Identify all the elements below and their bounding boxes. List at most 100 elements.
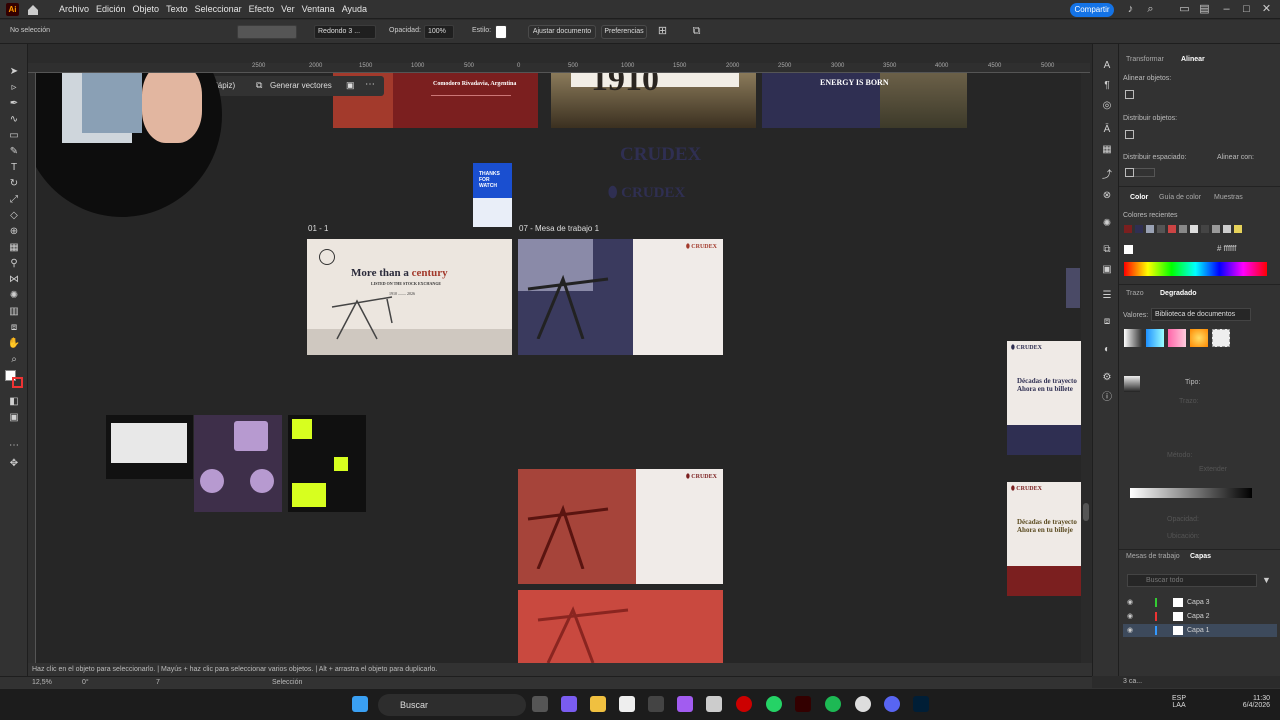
menu-efecto[interactable]: Efecto bbox=[249, 0, 280, 19]
minimize-icon[interactable]: – bbox=[1220, 3, 1233, 16]
thumb-neon[interactable] bbox=[288, 415, 366, 512]
document-setup-button[interactable]: Ajustar documento bbox=[528, 25, 596, 39]
blend-tool-icon[interactable]: ⋈ bbox=[7, 274, 21, 286]
paragraph-icon[interactable]: ¶ bbox=[1100, 80, 1114, 92]
task-view-icon[interactable] bbox=[532, 696, 548, 712]
figma-icon[interactable] bbox=[677, 696, 693, 712]
search-icon[interactable]: ⌕ bbox=[1144, 3, 1157, 16]
glyph-icon[interactable]: ◎ bbox=[1100, 100, 1114, 112]
whatsapp-icon[interactable] bbox=[766, 696, 782, 712]
thumb-black[interactable] bbox=[106, 415, 193, 479]
settings-icon[interactable]: ⚙ bbox=[1100, 372, 1114, 384]
draw-mode-icon[interactable]: ◧ bbox=[7, 396, 21, 408]
gradient-slider[interactable] bbox=[1130, 488, 1252, 498]
stroke-swatch[interactable] bbox=[237, 25, 297, 39]
menu-objeto[interactable]: Objeto bbox=[133, 0, 165, 19]
eye-icon[interactable]: ◉ bbox=[1127, 599, 1133, 606]
thumb-purple[interactable] bbox=[194, 415, 282, 512]
eye-icon[interactable]: ◉ bbox=[1123, 627, 1133, 634]
selection-tool-icon[interactable]: ➤ bbox=[7, 66, 21, 78]
eye-icon[interactable]: ◉ bbox=[1127, 613, 1133, 620]
swatch[interactable] bbox=[1223, 225, 1231, 233]
tab-artboards[interactable]: Mesas de trabajo bbox=[1126, 553, 1180, 560]
tab-color-guide[interactable]: Guía de color bbox=[1159, 194, 1201, 201]
hex-input[interactable]: # ffffff bbox=[1217, 244, 1236, 253]
swatch[interactable] bbox=[1135, 225, 1143, 233]
swatch[interactable] bbox=[1124, 225, 1132, 233]
file-explorer-icon[interactable] bbox=[590, 696, 606, 712]
windows-start-icon[interactable] bbox=[352, 696, 368, 712]
gradient-preset[interactable] bbox=[1168, 329, 1186, 347]
workspace-icon[interactable]: ▭ bbox=[1178, 3, 1191, 16]
taskbar-search[interactable]: Buscar bbox=[378, 694, 526, 716]
maximize-icon[interactable]: □ bbox=[1240, 3, 1253, 16]
artboard-mesa-1[interactable]: ⬮ CRUDEX bbox=[518, 239, 723, 355]
artboard-tool-icon[interactable]: ⧈ bbox=[7, 322, 21, 334]
layers-icon[interactable]: ⧈ bbox=[1100, 316, 1114, 328]
copilot-icon[interactable] bbox=[561, 696, 577, 712]
gradient-preset[interactable] bbox=[1146, 329, 1164, 347]
swatch[interactable] bbox=[1157, 225, 1165, 233]
swatch[interactable] bbox=[1212, 225, 1220, 233]
shape-builder-icon[interactable]: ⊕ bbox=[7, 226, 21, 238]
zoom-value[interactable]: 12,5% bbox=[32, 679, 52, 686]
layer-row-selected[interactable]: ◉ Capa 1 bbox=[1123, 624, 1277, 637]
artboard-decadas-2[interactable]: ⬮ CRUDEX Décadas de trayecto Ahora en tu… bbox=[1007, 482, 1081, 596]
zoom-tool-icon[interactable]: ⌕ bbox=[7, 354, 21, 366]
brush-select[interactable]: Redondo 3 ... bbox=[314, 25, 376, 39]
app-icon[interactable] bbox=[706, 696, 722, 712]
tab-layers[interactable]: Capas bbox=[1190, 553, 1211, 560]
photoshop-icon[interactable] bbox=[913, 696, 929, 712]
style-swatch[interactable] bbox=[495, 25, 507, 39]
artboard-red-pump[interactable]: ⬮ CRUDEX bbox=[518, 469, 723, 584]
appearance-icon[interactable]: ◐ bbox=[1100, 344, 1114, 356]
tab-trazo[interactable]: Trazo bbox=[1126, 290, 1144, 297]
scale-tool-icon[interactable]: ⤢ bbox=[7, 194, 21, 206]
calendar-icon[interactable] bbox=[648, 696, 664, 712]
stroke-swatch-tool[interactable] bbox=[12, 377, 23, 388]
tab-color[interactable]: Color bbox=[1130, 194, 1148, 201]
brushes-icon[interactable]: ✺ bbox=[1100, 218, 1114, 230]
swatch[interactable] bbox=[1168, 225, 1176, 233]
artboard-label-01[interactable]: 01 - 1 bbox=[308, 224, 328, 233]
layer-row[interactable]: ◉ Capa 2 bbox=[1127, 610, 1277, 623]
chrome-icon[interactable] bbox=[855, 696, 871, 712]
align-key-icon[interactable] bbox=[1125, 168, 1134, 177]
filter-icon[interactable]: ▼ bbox=[1262, 575, 1271, 585]
more-tools-icon[interactable]: ⋯ bbox=[7, 440, 21, 452]
swatches-icon[interactable]: ▦ bbox=[1100, 144, 1114, 156]
direct-selection-tool-icon[interactable]: ▹ bbox=[7, 82, 21, 94]
close-icon[interactable]: ✕ bbox=[1260, 3, 1273, 16]
hand-tool-icon[interactable]: ✋ bbox=[7, 338, 21, 350]
artboard-red-full[interactable] bbox=[518, 590, 723, 663]
artboard-number[interactable]: 7 bbox=[156, 679, 160, 686]
tab-alinear[interactable]: Alinear bbox=[1181, 56, 1205, 63]
rotate-tool-icon[interactable]: ↻ bbox=[7, 178, 21, 190]
menu-edicion[interactable]: Edición bbox=[96, 0, 131, 19]
opera-icon[interactable] bbox=[736, 696, 752, 712]
curvature-tool-icon[interactable]: ∿ bbox=[7, 114, 21, 126]
image-icon[interactable]: ▣ bbox=[346, 80, 355, 91]
artboard-thanks[interactable]: THANKS FOR WATCH bbox=[473, 163, 512, 227]
graph-tool-icon[interactable]: ▥ bbox=[7, 306, 21, 318]
gradient-tool-icon[interactable]: ▦ bbox=[7, 242, 21, 254]
spotify-icon[interactable] bbox=[825, 696, 841, 712]
properties-icon[interactable]: A bbox=[1100, 60, 1114, 72]
dist-right-icon[interactable] bbox=[1125, 130, 1134, 139]
menu-ventana[interactable]: Ventana bbox=[302, 0, 340, 19]
crudex-logo-large[interactable]: CRUDEX bbox=[620, 144, 701, 166]
layer-row[interactable]: ◉ Capa 3 bbox=[1127, 596, 1277, 609]
tab-swatches[interactable]: Muestras bbox=[1214, 194, 1243, 201]
links-icon[interactable]: ⊗ bbox=[1100, 190, 1114, 202]
symbol-tool-icon[interactable]: ✺ bbox=[7, 290, 21, 302]
rectangle-tool-icon[interactable]: ▭ bbox=[7, 130, 21, 142]
info-icon[interactable]: ⓘ bbox=[1100, 392, 1114, 404]
fill-color-chip[interactable] bbox=[1124, 245, 1133, 254]
export-icon[interactable]: ⧉ bbox=[690, 25, 703, 38]
tab-transformar[interactable]: Transformar bbox=[1126, 56, 1164, 63]
menu-texto[interactable]: Texto bbox=[166, 0, 193, 19]
screen-mode-icon[interactable]: ▣ bbox=[7, 412, 21, 424]
character-styles-icon[interactable]: Ā bbox=[1100, 124, 1114, 136]
artboard-energy[interactable]: ENERGY IS BORN bbox=[762, 73, 967, 128]
rotation-value[interactable]: 0° bbox=[82, 679, 89, 686]
